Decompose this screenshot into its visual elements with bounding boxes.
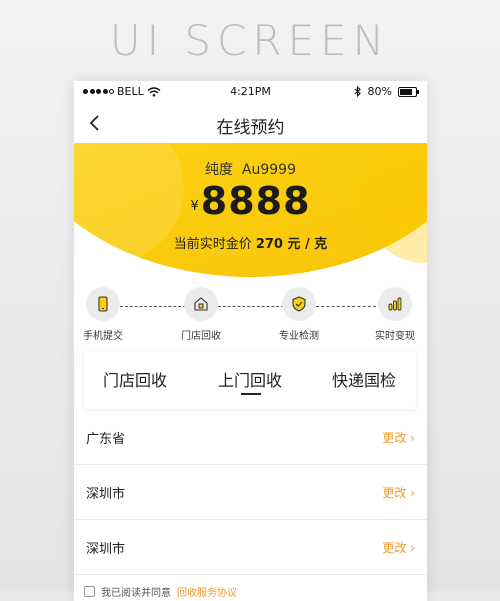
change-link[interactable]: 更改 › <box>382 429 415 446</box>
row-label: 广东省 <box>86 432 126 447</box>
page-title: 在线预约 <box>216 118 285 138</box>
step-submit: 手机提交 <box>74 287 138 342</box>
phone-screen: BELL 4:21PM 80% 在线预约 纯度 Au9999 ¥8888 当前实… <box>74 81 427 601</box>
bar-chart-icon <box>388 297 402 311</box>
price-banner: 纯度 Au9999 ¥8888 当前实时金价 270 元 / 克 <box>74 143 427 293</box>
purity-line: 纯度 Au9999 <box>74 159 427 179</box>
battery-icon <box>398 86 419 97</box>
bluetooth-icon <box>354 86 361 97</box>
status-right: 80% <box>354 85 419 98</box>
currency-symbol: ¥ <box>190 199 199 214</box>
tab-home-recycle[interactable]: 上门回收 <box>218 367 282 391</box>
step-store: 门店回收 <box>166 287 236 342</box>
gold-price-label: 当前实时金价 <box>173 237 252 252</box>
store-icon <box>194 297 208 311</box>
list-item-province[interactable]: 广东省 更改 › <box>74 410 427 465</box>
step-label: 门店回收 <box>181 331 221 342</box>
gold-price-value: 270 元 / 克 <box>255 237 328 252</box>
agreement-text: 我已阅读并同意 <box>101 588 171 599</box>
step-label: 手机提交 <box>83 331 123 342</box>
price-value: 8888 <box>200 179 311 223</box>
change-link[interactable]: 更改 › <box>382 539 415 556</box>
agreement-line: 我已阅读并同意 回收服务协议 <box>84 584 237 599</box>
agreement-link[interactable]: 回收服务协议 <box>177 584 237 599</box>
agree-checkbox[interactable] <box>84 586 95 597</box>
list-item-city[interactable]: 深圳市 更改 › <box>74 465 427 520</box>
process-steps: 手机提交 门店回收 专业检测 实时变现 <box>74 287 427 347</box>
battery-percent: 80% <box>367 85 392 98</box>
step-inspect: 专业检测 <box>264 287 334 342</box>
recycle-method-tabs: 门店回收 上门回收 快递国检 <box>84 351 416 409</box>
change-link[interactable]: 更改 › <box>382 484 415 501</box>
list-item-district[interactable]: 深圳市 更改 › <box>74 520 427 575</box>
row-label: 深圳市 <box>86 542 126 557</box>
price-display: ¥8888 <box>74 179 427 223</box>
active-tab-indicator <box>241 393 261 395</box>
phone-icon <box>98 296 108 312</box>
step-label: 专业检测 <box>279 331 319 342</box>
step-label: 实时变现 <box>375 331 415 342</box>
step-cashout: 实时变现 <box>360 287 427 342</box>
tab-express-inspect[interactable]: 快递国检 <box>332 367 396 391</box>
background-title: UI SCREEN <box>109 16 391 65</box>
purity-value: Au9999 <box>241 162 296 178</box>
status-bar: BELL 4:21PM 80% <box>74 81 427 103</box>
purity-label: 纯度 <box>205 162 233 178</box>
tab-store-recycle[interactable]: 门店回收 <box>103 367 167 391</box>
row-label: 深圳市 <box>86 487 126 502</box>
gold-price-line: 当前实时金价 270 元 / 克 <box>74 233 427 252</box>
shield-check-icon <box>292 296 306 312</box>
nav-bar: 在线预约 <box>74 103 427 143</box>
